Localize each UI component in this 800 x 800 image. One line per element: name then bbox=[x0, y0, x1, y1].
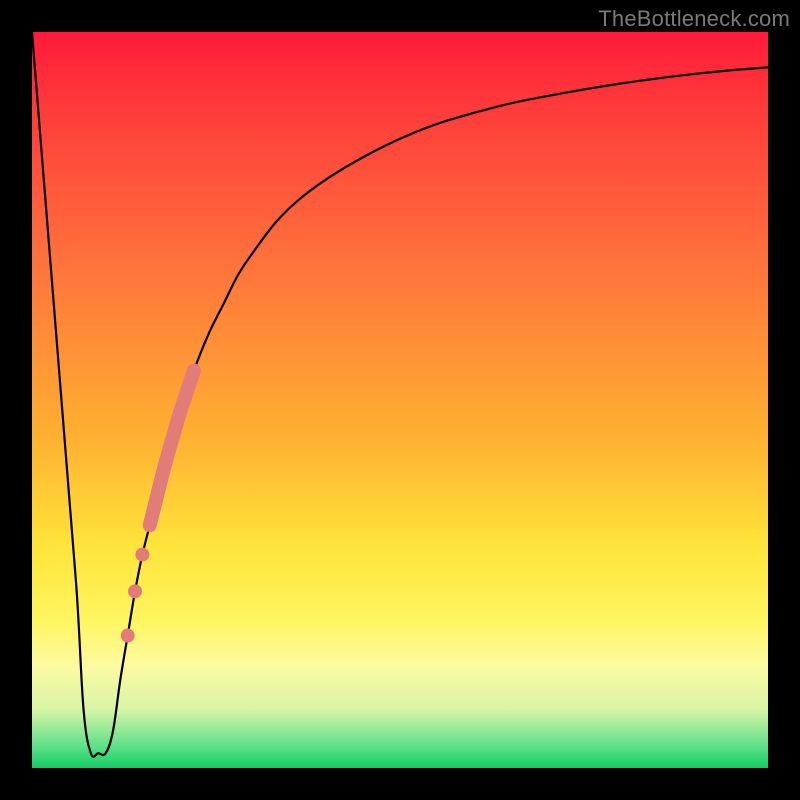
highlight-segment bbox=[150, 371, 194, 526]
chart-frame: TheBottleneck.com bbox=[0, 0, 800, 800]
dot-3 bbox=[121, 629, 135, 643]
watermark-text: TheBottleneck.com bbox=[598, 6, 790, 32]
dot-1 bbox=[135, 548, 149, 562]
chart-svg bbox=[32, 32, 768, 768]
plot-area bbox=[32, 32, 768, 768]
dot-2 bbox=[128, 584, 142, 598]
curve-dots bbox=[121, 548, 150, 643]
bottleneck-curve bbox=[32, 32, 768, 757]
